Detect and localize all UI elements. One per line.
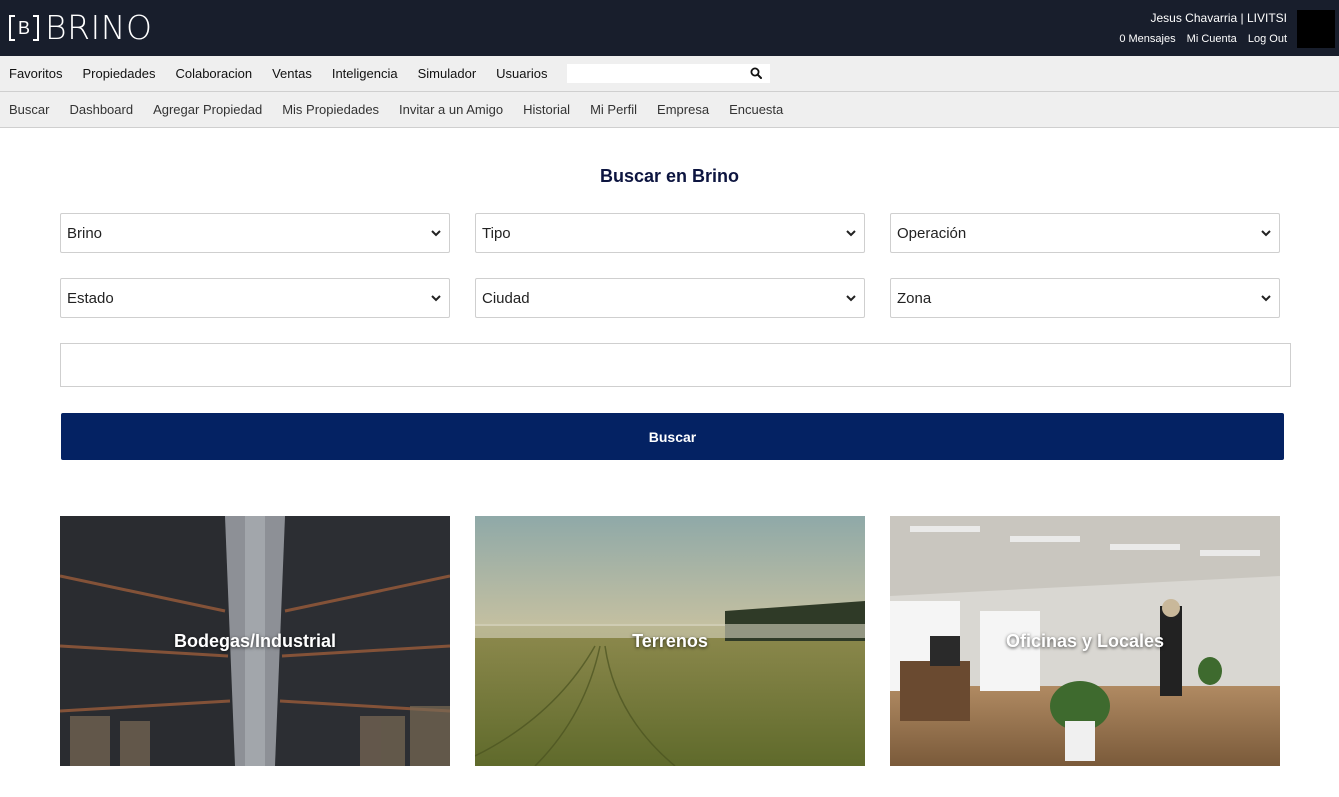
subnav-item-dashboard[interactable]: Dashboard (69, 102, 133, 117)
subnav-item-historial[interactable]: Historial (523, 102, 570, 117)
nav-item-simulador[interactable]: Simulador (418, 66, 477, 81)
subnav-item-invitar-amigo[interactable]: Invitar a un Amigo (399, 102, 503, 117)
select-estado[interactable]: Estado (60, 278, 450, 318)
category-label: Terrenos (632, 631, 708, 651)
magnifier-icon[interactable] (750, 67, 763, 79)
nav-item-favoritos[interactable]: Favoritos (9, 66, 62, 81)
subnav-item-encuesta[interactable]: Encuesta (729, 102, 783, 117)
search-button[interactable]: Buscar (61, 413, 1284, 460)
nav-item-propiedades[interactable]: Propiedades (82, 66, 155, 81)
select-value: Estado (67, 289, 114, 307)
header-search (567, 64, 771, 83)
user-area: Jesus Chavarria | LIVITSI 0 Mensajes Mi … (1111, 10, 1287, 46)
select-value: Tipo (482, 224, 511, 242)
header-search-input[interactable] (567, 64, 771, 83)
chevron-down-icon (1261, 230, 1271, 237)
keyword-field (60, 343, 1291, 387)
subnav-item-agregar-propiedad[interactable]: Agregar Propiedad (153, 102, 262, 117)
logout-link[interactable]: Log Out (1248, 33, 1287, 45)
nav-item-usuarios[interactable]: Usuarios (496, 66, 547, 81)
brino-logo[interactable]: B BRINO (9, 8, 153, 47)
logo-text: BRINO (45, 8, 153, 47)
select-value: Operación (897, 224, 967, 242)
user-links: 0 Mensajes Mi Cuenta Log Out (1111, 32, 1287, 46)
chevron-down-icon (431, 230, 441, 237)
subnav-item-mis-propiedades[interactable]: Mis Propiedades (282, 102, 379, 117)
chevron-down-icon (1261, 295, 1271, 302)
logo-mark: B (9, 13, 39, 43)
category-label: Oficinas y Locales (1005, 631, 1165, 651)
top-header: B BRINO Jesus Chavarria | LIVITSI 0 Mens… (0, 0, 1339, 56)
nav-item-ventas[interactable]: Ventas (272, 66, 312, 81)
chevron-down-icon (846, 230, 856, 237)
nav-item-colaboracion[interactable]: Colaboracion (175, 66, 252, 81)
page-title: Buscar en Brino (599, 166, 740, 186)
select-value: Brino (67, 224, 103, 242)
sub-nav: Buscar Dashboard Agregar Propiedad Mis P… (0, 92, 1339, 128)
select-value: Zona (897, 289, 932, 307)
subnav-item-empresa[interactable]: Empresa (657, 102, 709, 117)
chevron-down-icon (431, 295, 441, 302)
main-nav: Favoritos Propiedades Colaboracion Venta… (0, 56, 1339, 92)
messages-link[interactable]: 0 Mensajes (1119, 33, 1175, 45)
select-value: Ciudad (482, 289, 530, 307)
select-tipo[interactable]: Tipo (475, 213, 865, 253)
select-operacion[interactable]: Operación (890, 213, 1280, 253)
chevron-down-icon (846, 295, 856, 302)
category-card-oficinas[interactable]: Oficinas y Locales (890, 516, 1280, 766)
keyword-input[interactable] (61, 344, 1290, 386)
nav-item-inteligencia[interactable]: Inteligencia (332, 66, 398, 81)
category-label: Bodegas/Industrial (173, 631, 337, 651)
subnav-item-mi-perfil[interactable]: Mi Perfil (590, 102, 637, 117)
avatar[interactable] (1297, 10, 1335, 48)
my-account-link[interactable]: Mi Cuenta (1187, 33, 1237, 45)
select-ciudad[interactable]: Ciudad (475, 278, 865, 318)
category-card-bodegas[interactable]: Bodegas/Industrial (60, 516, 450, 766)
subnav-item-buscar[interactable]: Buscar (9, 102, 49, 117)
select-zona[interactable]: Zona (890, 278, 1280, 318)
category-card-terrenos[interactable]: Terrenos (475, 516, 865, 766)
select-brino[interactable]: Brino (60, 213, 450, 253)
user-name: Jesus Chavarria | LIVITSI (1150, 11, 1288, 25)
